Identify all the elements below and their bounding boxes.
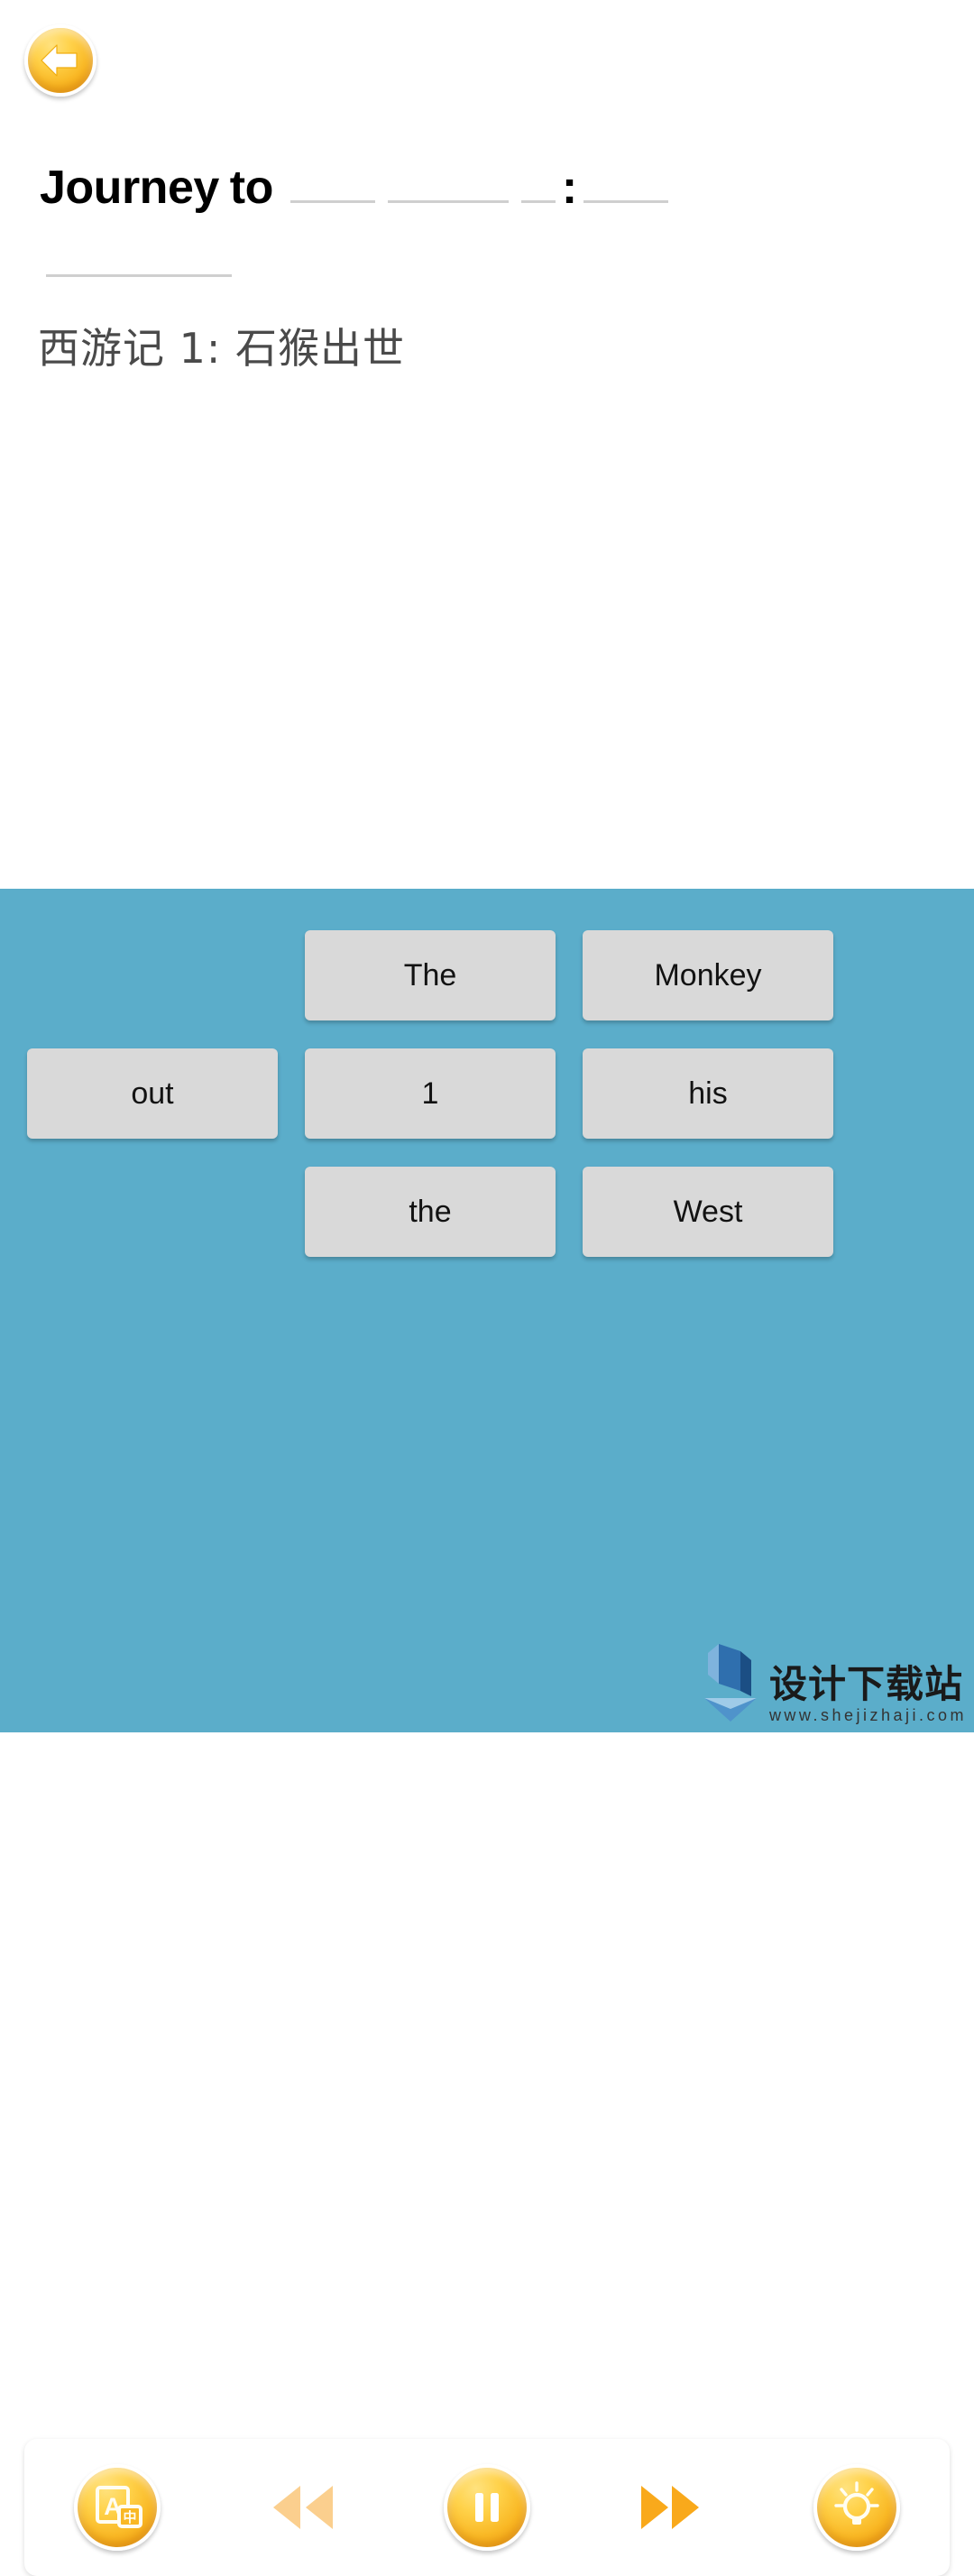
fast-forward-icon — [641, 2486, 700, 2529]
sentence-punctuation: : — [561, 162, 578, 214]
top-content-panel: Journey to: 西游记 1: 石猴出世 — [0, 0, 974, 889]
word-tile-slot: Monkey — [583, 930, 833, 1020]
rewind-button[interactable] — [259, 2464, 345, 2551]
sentence-area: Journey to: — [40, 153, 933, 301]
word-tile-slot — [27, 1167, 278, 1257]
back-button[interactable] — [24, 24, 96, 97]
forward-button[interactable] — [629, 2464, 715, 2551]
hint-button[interactable] — [813, 2464, 901, 2551]
word-tile-slot — [27, 930, 278, 1020]
playback-control-bar: A 中 — [24, 2439, 950, 2576]
word-tile[interactable]: his — [583, 1048, 833, 1139]
word-tile[interactable]: the — [305, 1167, 556, 1257]
word-tile[interactable]: West — [583, 1167, 833, 1257]
word-tile-slot: his — [583, 1048, 833, 1139]
lightbulb-icon — [834, 2481, 880, 2525]
answer-blank[interactable] — [46, 227, 232, 277]
word-tile-slot: West — [583, 1167, 833, 1257]
translate-icon: A 中 — [95, 2486, 142, 2528]
rewind-icon — [272, 2486, 333, 2529]
word-tile-slot: the — [305, 1167, 556, 1257]
sentence-line-2 — [40, 227, 933, 292]
answer-blank[interactable] — [520, 153, 556, 203]
sentence-word: Journey — [40, 162, 219, 214]
chinese-subtitle: 西游记 1: 石猴出世 — [38, 324, 406, 373]
arrow-left-icon — [41, 44, 78, 77]
answer-blank[interactable] — [387, 153, 509, 203]
word-tile-row: the West — [0, 1167, 974, 1285]
word-tile-grid: The Monkey out 1 his the West — [0, 889, 974, 1285]
answer-blank[interactable] — [289, 153, 375, 203]
word-tile-row: The Monkey — [0, 930, 974, 1048]
sentence-word: to — [229, 162, 274, 214]
word-tile[interactable]: out — [27, 1048, 278, 1139]
translate-button[interactable]: A 中 — [73, 2464, 161, 2551]
word-tile-row: out 1 his — [0, 1048, 974, 1167]
word-tile[interactable]: 1 — [305, 1048, 556, 1139]
word-bank-panel: The Monkey out 1 his the West A 中 — [0, 889, 974, 2576]
pause-button[interactable] — [443, 2464, 530, 2551]
sentence-line-1: Journey to: — [40, 153, 933, 218]
pause-icon — [474, 2493, 499, 2522]
word-tile-slot: The — [305, 930, 556, 1020]
svg-text:中: 中 — [123, 2509, 136, 2525]
word-tile-slot: out — [27, 1048, 278, 1139]
word-tile[interactable]: The — [305, 930, 556, 1020]
word-tile-slot: 1 — [305, 1048, 556, 1139]
answer-blank[interactable] — [583, 153, 669, 203]
word-tile[interactable]: Monkey — [583, 930, 833, 1020]
